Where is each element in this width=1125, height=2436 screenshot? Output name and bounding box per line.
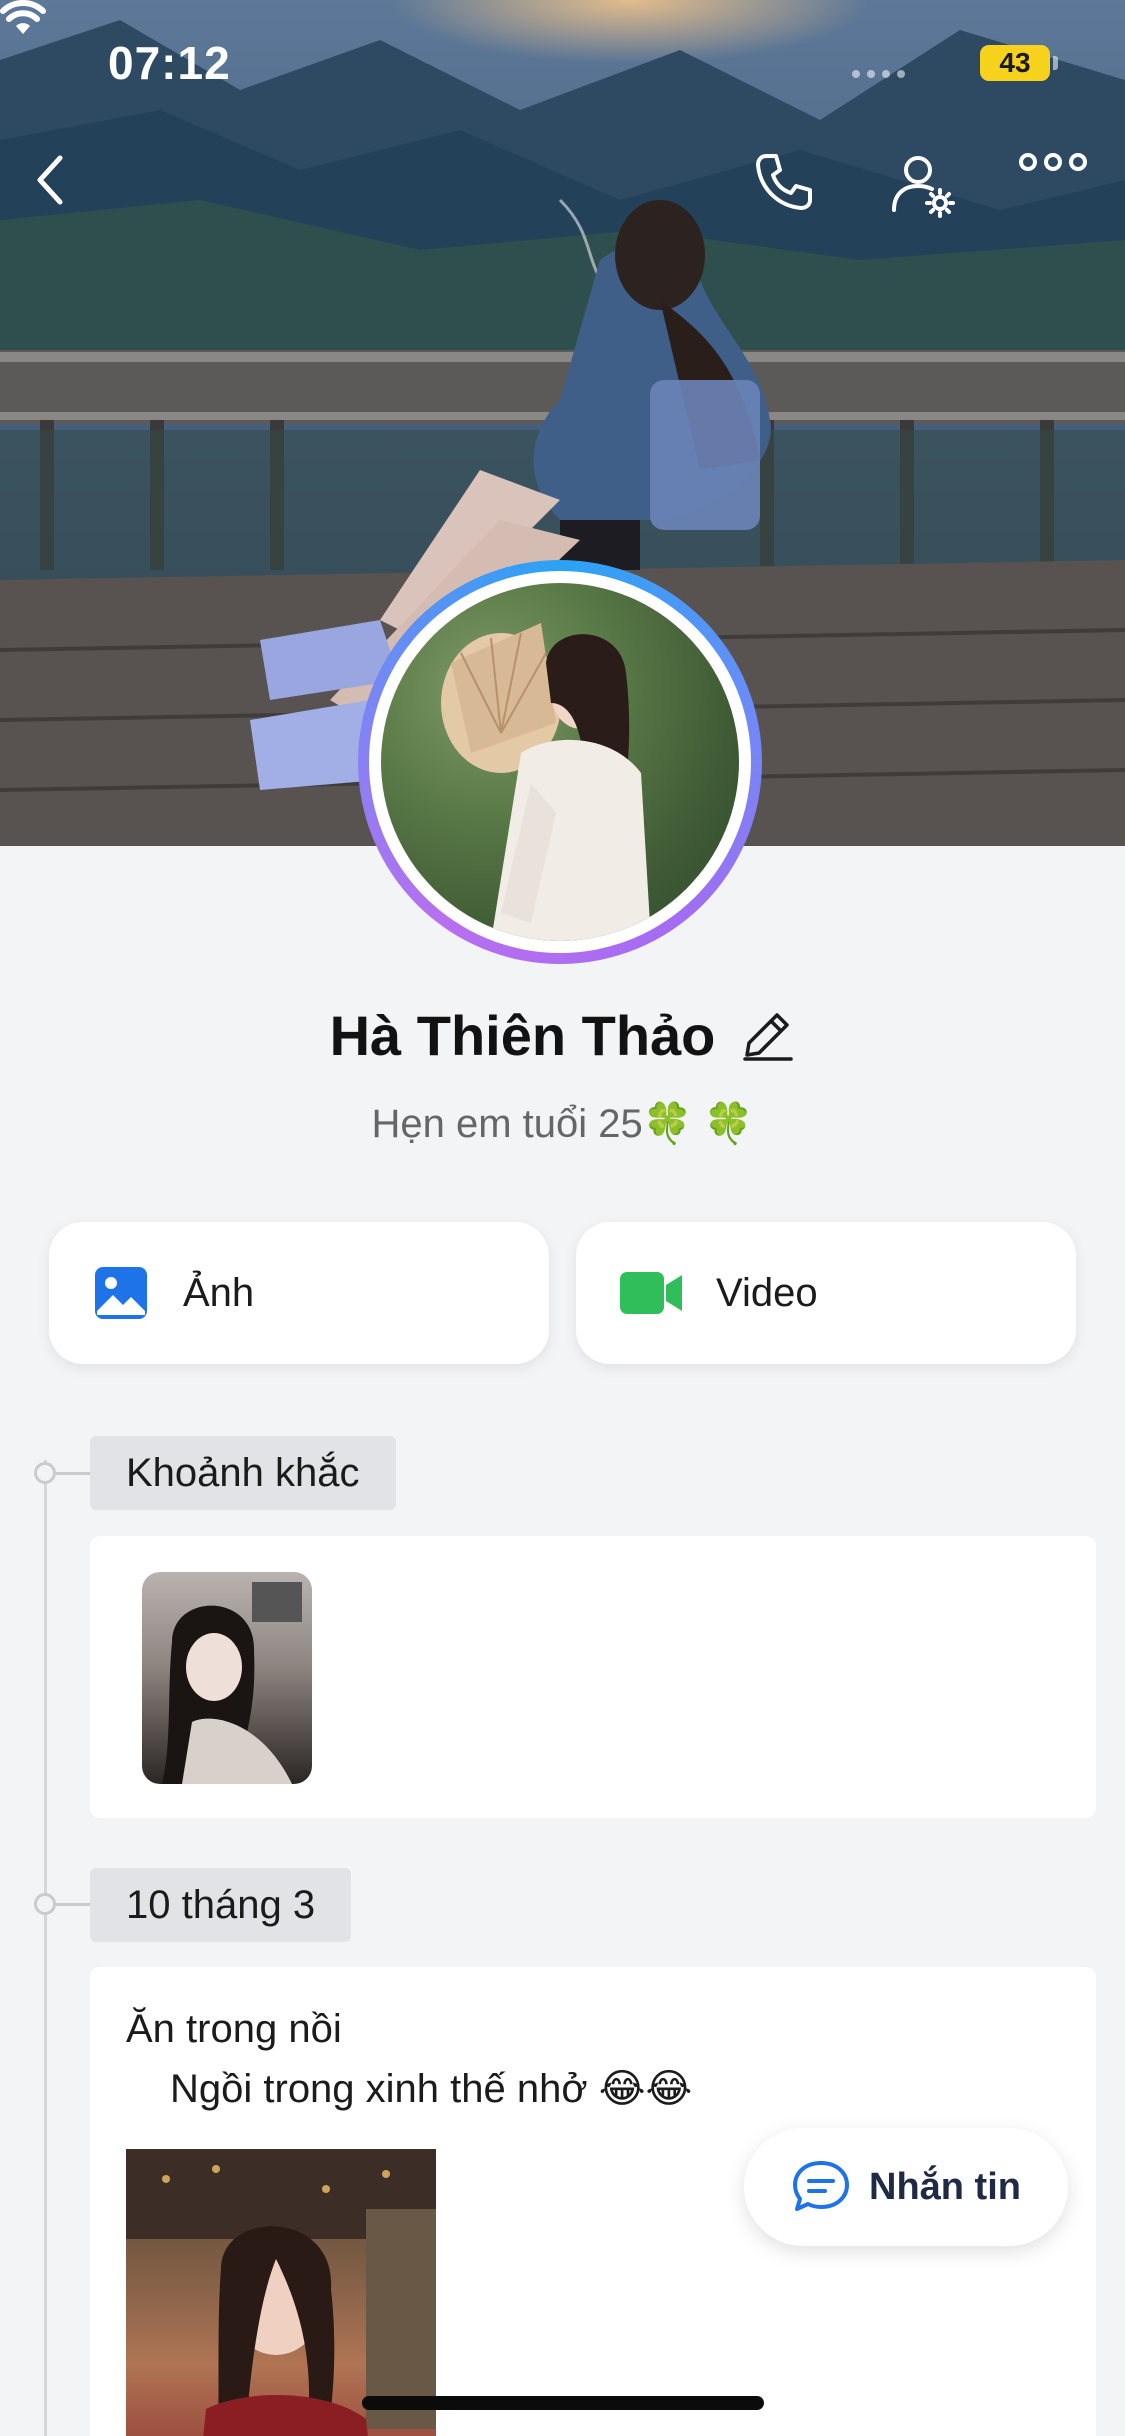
back-button[interactable] — [30, 150, 100, 230]
home-indicator[interactable] — [362, 2396, 764, 2410]
message-button[interactable]: Nhắn tin — [744, 2128, 1068, 2246]
timeline-node — [34, 1893, 56, 1915]
avatar[interactable] — [358, 560, 762, 964]
timeline-node — [34, 1462, 56, 1484]
user-settings-icon — [892, 156, 955, 218]
moment-photo — [162, 1582, 302, 1784]
battery-indicator: 43 — [980, 45, 1050, 81]
post-date-label: 10 tháng 3 — [90, 1868, 352, 1942]
profile-bio: Hẹn em tuổi 25🍀 🍀 — [0, 1100, 1125, 1147]
image-icon — [95, 1267, 147, 1319]
chevron-left-icon — [37, 155, 63, 205]
clover-emoji: 🍀 🍀 — [642, 1102, 754, 1146]
post-photo-image — [126, 2149, 436, 2436]
photos-button[interactable]: Ảnh — [49, 1222, 549, 1364]
video-label: Video — [716, 1270, 818, 1315]
avatar-photo — [381, 583, 739, 941]
moments-panel — [90, 1536, 1096, 1818]
timeline-connector — [56, 1472, 90, 1475]
timeline-line — [44, 1460, 47, 2436]
post-caption: Ăn trong nồi Ngồi trong xinh thế nhở 😂😂 — [126, 1999, 692, 2119]
cellular-signal-icon — [852, 70, 905, 78]
call-button[interactable] — [752, 150, 832, 230]
profile-settings-button[interactable] — [888, 150, 968, 230]
laughing-emoji: 😂😂 — [598, 2067, 693, 2111]
video-button[interactable]: Video — [576, 1222, 1076, 1364]
more-horizontal-icon — [1019, 153, 1087, 171]
post-caption-line2: Ngồi trong xinh thế nhở — [170, 2067, 588, 2111]
more-options-button[interactable] — [1018, 150, 1108, 230]
post-caption-line2-wrap: Ngồi trong xinh thế nhở 😂😂 — [126, 2059, 692, 2119]
profile-bio-text: Hẹn em tuổi 25 — [371, 1102, 643, 1146]
moment-thumbnail[interactable] — [142, 1572, 312, 1784]
timeline-connector — [56, 1903, 90, 1906]
battery-tip — [1053, 56, 1058, 70]
profile-name-row: Hà Thiên Thảo — [0, 990, 1125, 1080]
edit-name-button[interactable] — [739, 1007, 795, 1063]
pencil-icon — [743, 1013, 794, 1061]
phone-icon — [756, 154, 812, 210]
video-camera-icon — [620, 1272, 682, 1314]
message-button-label: Nhắn tin — [869, 2165, 1021, 2208]
wifi-icon — [0, 0, 46, 34]
post-caption-line1: Ăn trong nồi — [126, 2007, 342, 2051]
moments-section-label: Khoảnh khắc — [90, 1436, 396, 1510]
chat-bubble-icon — [793, 2161, 849, 2211]
status-bar: 07:12 43 — [0, 0, 1125, 130]
avatar-portrait — [441, 623, 651, 941]
photos-label: Ảnh — [183, 1270, 255, 1315]
status-time: 07:12 — [108, 37, 231, 89]
profile-name: Hà Thiên Thảo — [329, 1003, 716, 1067]
avatar-border — [369, 571, 751, 953]
post-photo[interactable] — [126, 2149, 436, 2436]
